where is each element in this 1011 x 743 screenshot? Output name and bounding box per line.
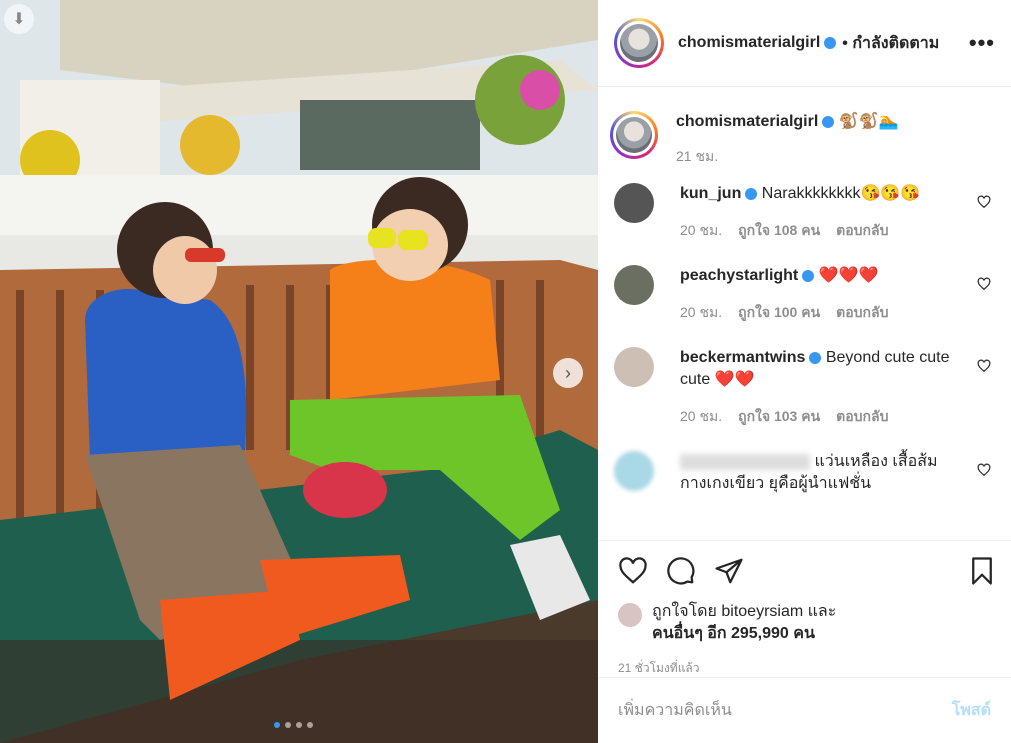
carousel-dot [274,722,280,728]
author-username[interactable]: chomismaterialgirl [678,34,820,52]
reply-button[interactable]: ตอบกลับ [836,222,888,238]
download-icon[interactable]: ⬇ [4,4,34,34]
comment-username[interactable]: beckermantwins [680,349,805,366]
action-bar [598,540,1011,601]
avatar[interactable] [614,18,664,68]
avatar[interactable] [614,451,654,491]
avatar[interactable] [610,111,658,159]
verified-icon [824,37,837,49]
avatar[interactable] [614,347,654,387]
comment-likes[interactable]: ถูกใจ 100 คน [738,304,820,320]
share-icon[interactable] [714,556,744,586]
verified-icon [745,187,758,200]
post-header: chomismaterialgirl • กำลังติดตาม ••• [598,0,1011,87]
reply-button[interactable]: ตอบกลับ [836,408,888,424]
comment-row: kun_jun Narakkkkkkkk😘😘😘 20 ชม. ถูกใจ 108 … [598,183,1011,241]
heart-icon[interactable] [977,277,991,291]
likes-line-2[interactable]: คนอื่นๆ อีก 295,990 คน [652,625,815,642]
heart-icon[interactable] [618,556,648,586]
carousel-dot [296,722,302,728]
comment-text: Narakkkkkkkk [761,185,861,202]
comment-body: kun_jun Narakkkkkkkk😘😘😘 20 ชม. ถูกใจ 108 … [680,183,995,241]
comment-time[interactable]: 20 ชม. [680,408,722,424]
comment-username[interactable]: kun_jun [680,185,741,202]
add-comment-bar: เพิ่มความคิดเห็น โพสต์ [598,677,1011,743]
comment-emojis: ❤️❤️❤️ [818,267,879,284]
heart-icon[interactable] [977,359,991,373]
carousel-dots [274,722,313,728]
avatar[interactable] [614,183,654,223]
post-comment-button[interactable]: โพสต์ [952,698,991,723]
comment-body: peachystarlight ❤️❤️❤️ 20 ชม. ถูกใจ 100 ค… [680,265,995,323]
following-label[interactable]: • กำลังติดตาม [842,31,939,56]
comment-body: แว่นเหลือง เสื้อส้ม กางเกงเขียว ยุคือผู้… [680,451,995,495]
comment-row: peachystarlight ❤️❤️❤️ 20 ชม. ถูกใจ 100 ค… [598,265,1011,323]
comment-icon[interactable] [666,556,696,586]
comment-time[interactable]: 20 ชม. [680,304,722,320]
chevron-right-icon[interactable]: › [553,358,583,388]
likes-summary: ถูกใจโดย bitoeyrsiam และ คนอื่นๆ อีก 295… [598,601,1011,645]
post-side-panel: chomismaterialgirl • กำลังติดตาม ••• cho… [598,0,1011,743]
comment-time[interactable]: 20 ชม. [680,222,722,238]
reply-button[interactable]: ตอบกลับ [836,304,888,320]
verified-icon [809,351,822,364]
verified-icon [802,269,815,282]
heart-icon[interactable] [977,463,991,477]
comment-emojis: ❤️❤️ [714,371,755,388]
comment-row: beckermantwins Beyond cute cute cute ❤️❤… [598,347,1011,427]
more-icon[interactable]: ••• [969,30,995,56]
photo-illustration [0,0,598,743]
caption-time[interactable]: 21 ชม. [676,148,718,164]
caption-row: chomismaterialgirl 🐒🐒🏊 21 ชม. [598,111,1011,167]
comment-likes[interactable]: ถูกใจ 103 คน [738,408,820,424]
caption-body: chomismaterialgirl 🐒🐒🏊 21 ชม. [676,111,995,167]
comment-username[interactable]: peachystarlight [680,267,798,284]
avatar[interactable] [618,603,642,627]
comment-likes[interactable]: ถูกใจ 108 คน [738,222,820,238]
bookmark-icon[interactable] [967,556,997,586]
comment-input[interactable]: เพิ่มความคิดเห็น [618,698,952,723]
post-time[interactable]: 21 ชั่วโมงที่แล้ว [598,659,1011,678]
comment-row: แว่นเหลือง เสื้อส้ม กางเกงเขียว ยุคือผู้… [598,451,1011,495]
heart-icon[interactable] [977,195,991,209]
comment-username-blurred[interactable] [680,453,810,470]
verified-icon [822,115,835,128]
comments-list[interactable]: chomismaterialgirl 🐒🐒🏊 21 ชม. kun_jun Na… [598,87,1011,540]
comment-body: beckermantwins Beyond cute cute cute ❤️❤… [680,347,995,427]
carousel-dot [307,722,313,728]
caption-text: 🐒🐒🏊 [838,113,899,130]
avatar[interactable] [614,265,654,305]
post-photo[interactable]: ⬇ › [0,0,598,743]
caption-username[interactable]: chomismaterialgirl [676,113,818,130]
comment-emojis: 😘😘😘 [860,185,921,202]
likes-line-1[interactable]: ถูกใจโดย bitoeyrsiam และ [652,601,836,623]
carousel-dot [285,722,291,728]
